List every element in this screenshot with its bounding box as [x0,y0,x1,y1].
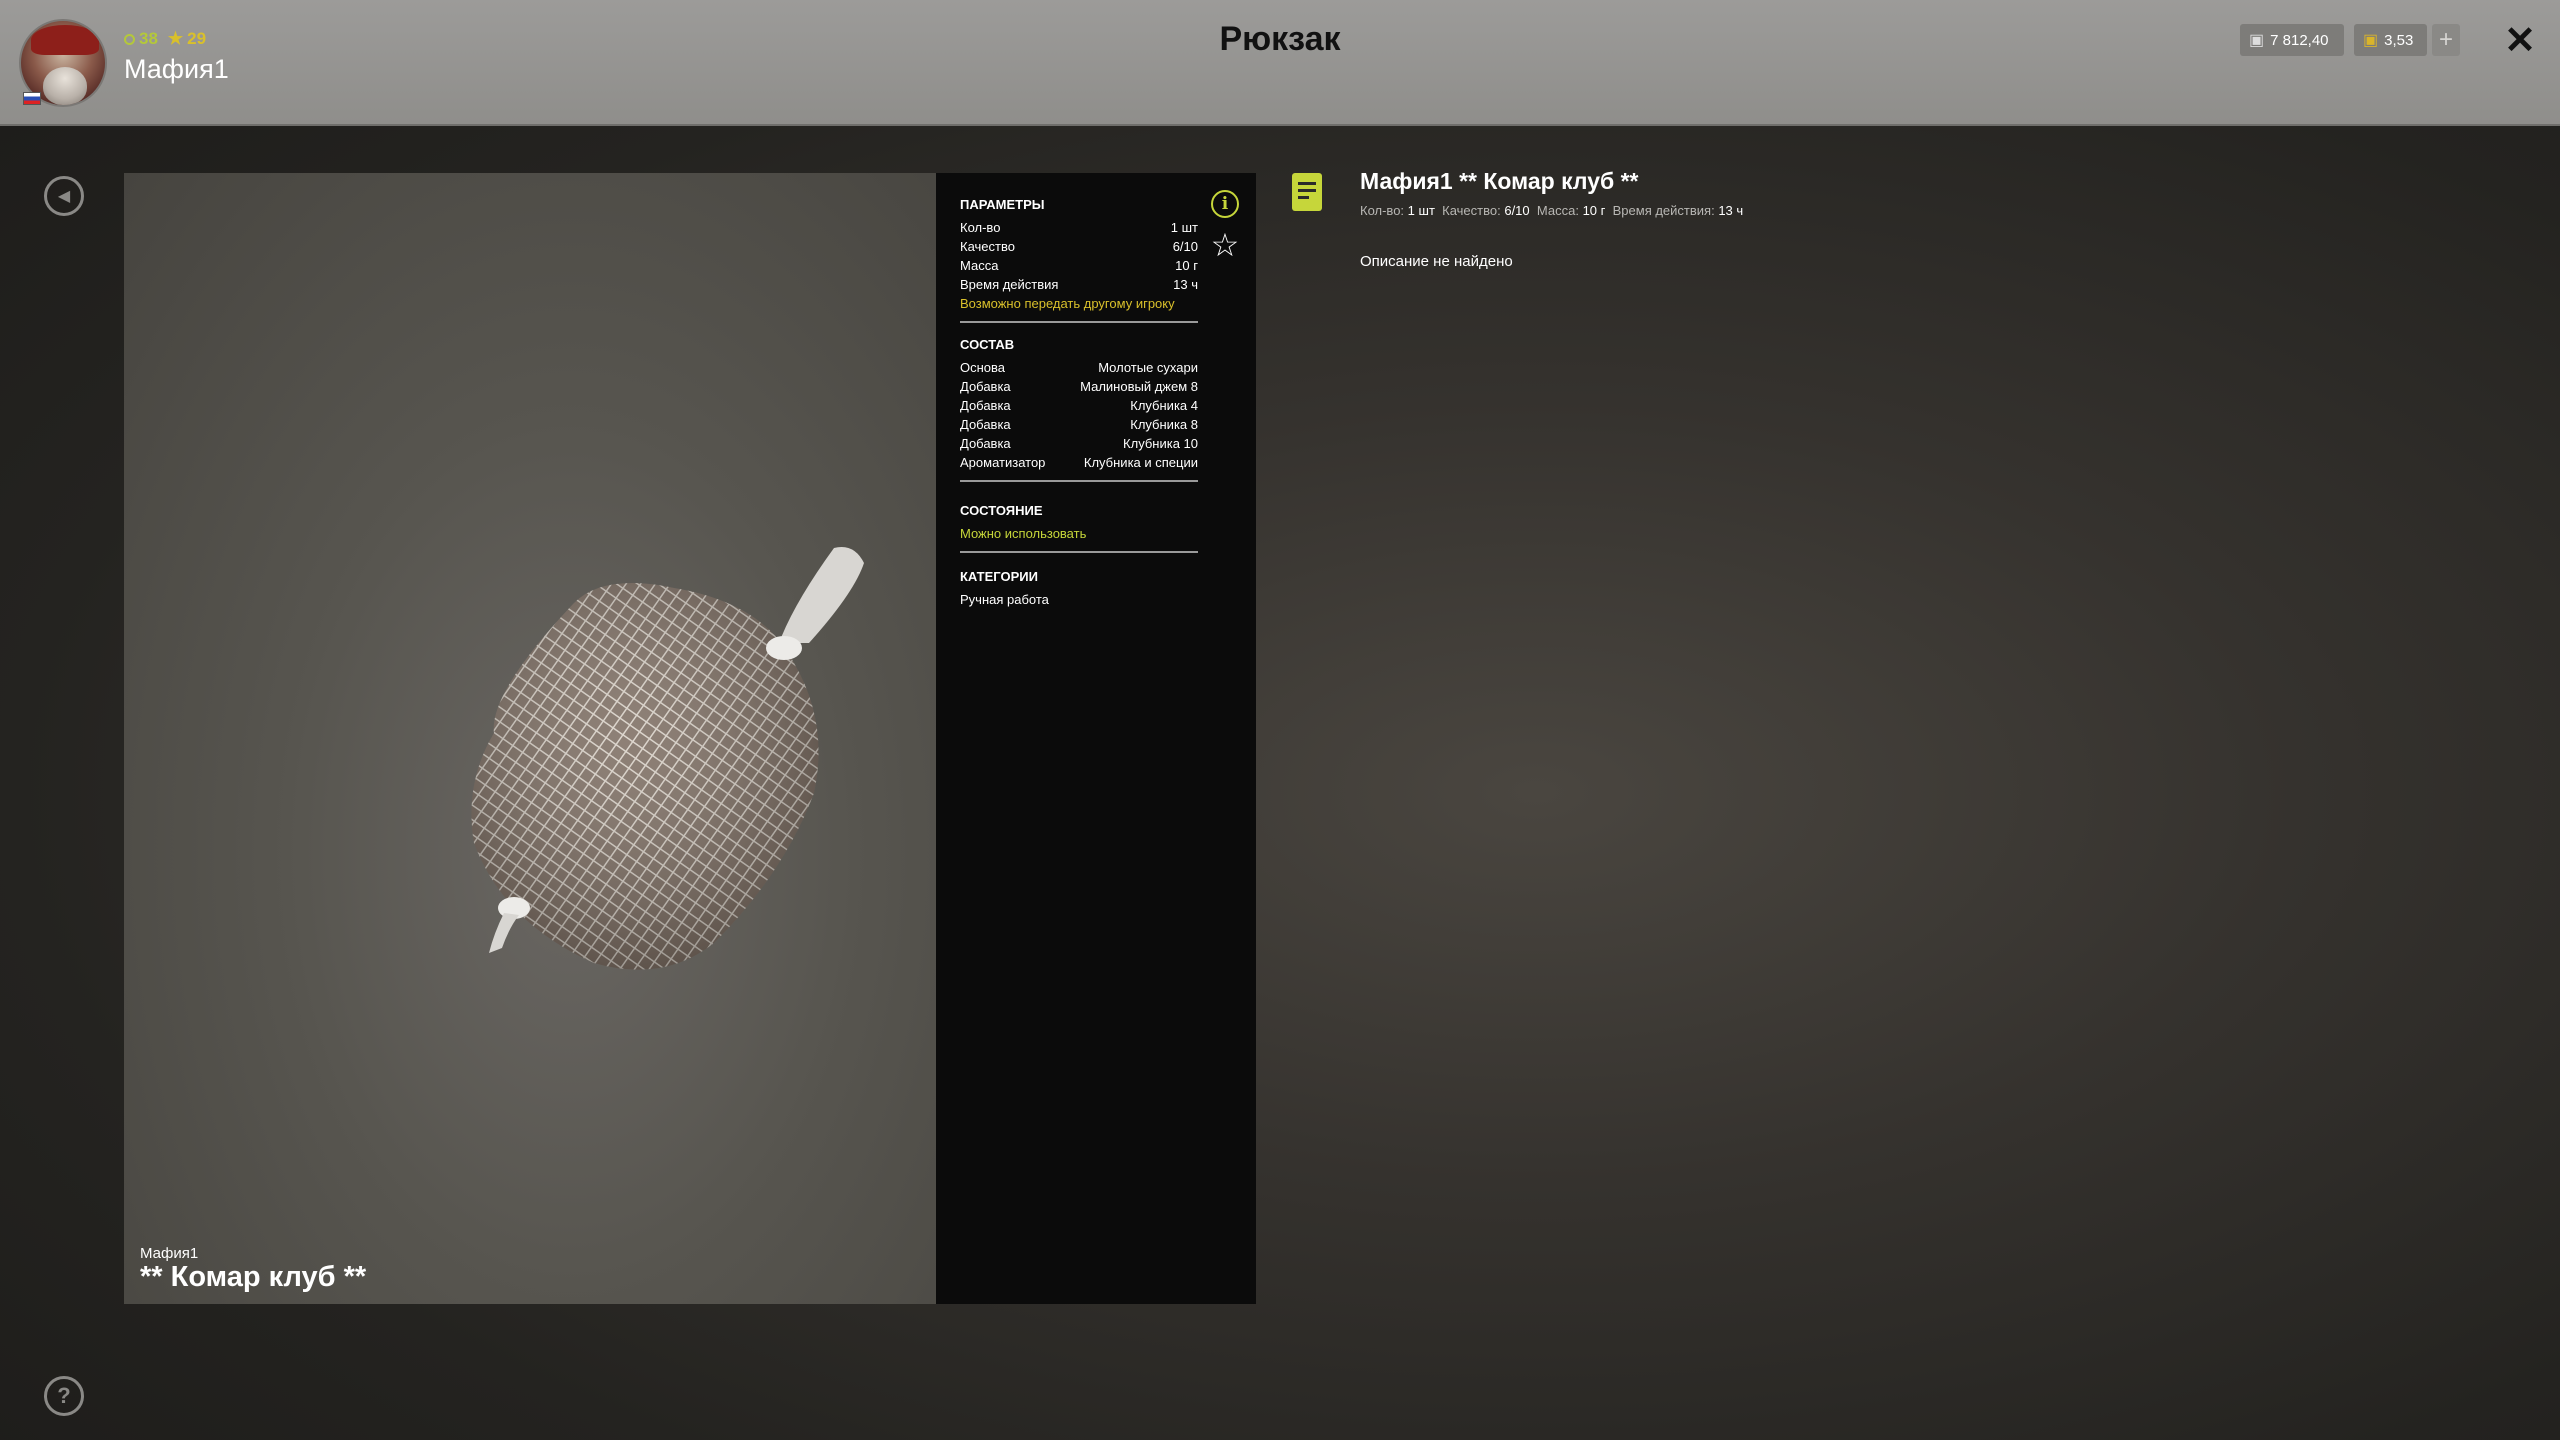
param-row: Кол-во 1 шт [960,218,1198,237]
composition-title: СОСТАВ [960,337,1015,352]
composition-value: Малиновый джем 8 [1080,379,1198,394]
transfer-note: Возможно передать другому игроку [960,296,1175,311]
item-owner: Мафия1 [140,1245,199,1262]
favorite-star-icon[interactable]: ☆ [1208,226,1242,264]
help-icon: ? [57,1383,71,1408]
state-section: СОСТОЯНИЕ Можно использовать [960,503,1198,553]
meta-qty: 1 шт [1407,203,1435,218]
composition-section: СОСТАВ Основа Молотые сухари Добавка Мал… [960,337,1198,482]
item-title: ** Комар клуб ** [140,1261,367,1293]
params-section: ПАРАМЕТРЫ Кол-во 1 шт Качество 6/10 Масс… [960,197,1198,323]
top-bar: 38 ★ 29 Мафия1 Рюкзак ▣ 7 812,40 ▣ 3,53 … [0,0,2560,126]
money-value: 7 812,40 [2270,31,2329,49]
meta-duration-label: Время действия: [1612,203,1715,218]
param-row: Время действия 13 ч [960,275,1198,294]
composition-value: Клубника 10 [1123,436,1198,451]
composition-value: Клубника 8 [1130,417,1198,432]
composition-row: Основа Молотые сухари [960,358,1198,377]
back-button[interactable]: ◀ [44,176,84,216]
categories-title: КАТЕГОРИИ [960,569,1038,584]
state-value: Можно использовать [960,526,1087,541]
composition-label: Добавка [960,436,1011,451]
detail-title: Мафия1 ** Комар клуб ** [1360,168,1639,194]
back-icon: ◀ [57,188,71,205]
param-label: Масса [960,258,999,273]
divider [960,321,1198,323]
close-icon: ✕ [2504,19,2536,62]
add-currency-button[interactable]: + [2432,24,2460,56]
detail-meta: Кол-во: 1 шт Качество: 6/10 Масса: 10 г … [1360,203,1743,218]
composition-label: Ароматизатор [960,455,1046,470]
param-label: Время действия [960,277,1059,292]
meta-qty-label: Кол-во: [1360,203,1405,218]
meta-quality: 6/10 [1504,203,1530,218]
composition-value: Молотые сухари [1098,360,1198,375]
composition-label: Добавка [960,417,1011,432]
composition-value: Клубника 4 [1130,398,1198,413]
category-value: Ручная работа [960,592,1049,607]
param-value: 1 шт [1170,220,1198,235]
param-row: Масса 10 г [960,256,1198,275]
money-balance[interactable]: ▣ 7 812,40 [2240,24,2344,56]
item-preview[interactable]: Мафия1 ** Комар клуб ** [124,173,936,1304]
param-label: Качество [960,239,1015,254]
avatar-beard [43,67,87,105]
param-row: Качество 6/10 [960,237,1198,256]
meta-mass: 10 г [1582,203,1606,218]
param-value: 13 ч [1173,277,1198,292]
detail-description: Описание не найдено [1360,253,1513,270]
params-title: ПАРАМЕТРЫ [960,197,1045,212]
param-value: 6/10 [1172,239,1198,254]
gold-icon: ▣ [2363,32,2379,49]
wallet-icon: ▣ [2249,32,2265,49]
meta-mass-label: Масса: [1536,203,1579,218]
meta-duration: 13 ч [1718,203,1744,218]
composition-row: Добавка Клубника 10 [960,434,1198,453]
categories-section: КАТЕГОРИИ Ручная работа [960,569,1198,609]
bait-bag-image [471,547,864,970]
divider [960,480,1198,482]
page-title: Рюкзак [1219,20,1341,58]
meta-quality-label: Качество: [1442,203,1501,218]
composition-label: Добавка [960,398,1011,413]
gold-balance[interactable]: ▣ 3,53 [2354,24,2427,56]
gold-value: 3,53 [2384,31,2414,49]
item-stats-panel: ПАРАМЕТРЫ Кол-во 1 шт Качество 6/10 Масс… [936,173,1256,1304]
composition-label: Основа [960,360,1006,375]
param-value: 10 г [1175,258,1198,273]
param-label: Кол-во [960,220,1001,235]
russia-flag-icon [23,92,41,105]
composition-row: Добавка Клубника 4 [960,396,1198,415]
state-title: СОСТОЯНИЕ [960,503,1043,518]
divider [960,551,1198,553]
composition-row: Ароматизатор Клубника и специи [960,453,1198,472]
composition-row: Добавка Клубника 8 [960,415,1198,434]
help-button[interactable]: ? [44,1376,84,1416]
info-icon[interactable]: i [1211,190,1239,218]
document-icon [1292,173,1322,211]
composition-value: Клубника и специи [1083,455,1198,470]
close-button[interactable]: ✕ [2502,19,2538,62]
composition-label: Добавка [960,379,1011,394]
composition-row: Добавка Малиновый джем 8 [960,377,1198,396]
